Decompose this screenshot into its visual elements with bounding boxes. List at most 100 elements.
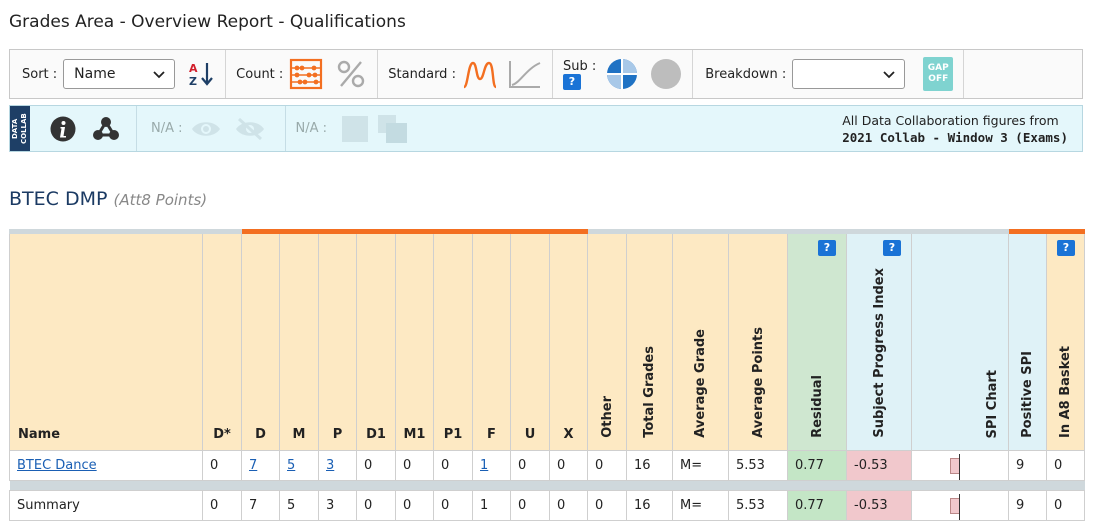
cell-positive-spi: 9 [1008,450,1047,481]
cell-d1: 0 [356,450,396,481]
grades-table: Name D* D M P D1 M1 P1 F U X Other Total… [9,229,1085,521]
cell-m1: 0 [395,450,434,481]
sort-select-value: Name [74,66,116,82]
cell-dstar: 0 [202,450,242,481]
cell-average-grade: M= [672,490,729,521]
col-header-other[interactable]: Other [587,229,627,451]
abacus-icon[interactable] [289,58,323,90]
collab-info: All Data Collaboration figures from 2021… [842,112,1068,146]
percent-icon[interactable] [335,58,367,90]
col-header-average-grade[interactable]: Average Grade [672,229,729,451]
cell-positive-spi: 9 [1008,490,1047,521]
collab-info-line1: All Data Collaboration figures from [842,112,1059,128]
overlap-squares-icon[interactable] [377,114,409,144]
count-link-f[interactable]: 1 [480,458,488,473]
sub-label: Sub : [562,58,597,74]
cell-average-grade: M= [672,450,729,481]
chevron-down-icon [883,71,895,79]
standard-label: Standard : [388,66,456,82]
col-header-p[interactable]: P [318,229,357,451]
spi-chart-axis [959,453,960,480]
cell-spi-chart [911,450,1009,481]
qualification-link[interactable]: BTEC Dance [17,458,97,473]
svg-text:Z: Z [189,75,197,88]
sort-az-icon[interactable]: A Z [187,60,215,88]
cell-m1: 0 [395,490,434,521]
count-link-p[interactable]: 3 [326,458,334,473]
cell-spi: -0.53 [846,450,912,481]
col-header-spi-chart[interactable]: SPI Chart [911,229,1009,451]
section-title: BTEC DMP (Att8 Points) [9,188,207,210]
summary-row: Summary 0 7 5 3 0 0 0 1 0 0 0 16 M= 5.53… [9,490,1085,521]
col-header-m1[interactable]: M1 [395,229,434,451]
circle-off-icon[interactable] [650,58,682,90]
col-header-d1[interactable]: D1 [356,229,396,451]
square-icon[interactable] [341,115,369,143]
col-header-dstar[interactable]: D* [202,229,242,451]
collab-info-line2: 2021 Collab - Window 3 (Exams) [842,129,1068,145]
col-header-a8-basket[interactable]: ? In A8 Basket [1046,229,1085,451]
gap-toggle-button[interactable]: GAP OFF [923,57,954,91]
distribution-curve-icon[interactable] [462,59,498,89]
sub-label-wrap: Sub : ? [562,58,597,90]
count-link-d[interactable]: 7 [249,458,257,473]
network-nodes-icon[interactable] [92,116,120,142]
cell-residual: 0.77 [787,450,847,481]
chevron-down-icon [153,71,165,79]
svg-text:A: A [189,62,198,75]
spi-chart [912,452,1008,480]
cell-p1: 0 [433,450,473,481]
cell-a8-basket: 0 [1046,450,1085,481]
col-header-residual[interactable]: ? Residual [787,229,847,451]
breakdown-label: Breakdown : [705,66,787,82]
count-group: Count : [226,50,379,98]
col-header-x[interactable]: X [549,229,588,451]
data-collab-tag: DATA COLLAB [10,106,30,151]
breakdown-group: Breakdown : GAP OFF [693,50,965,98]
spi-help-button[interactable]: ? [883,240,901,256]
cell-f: 1 [472,450,511,481]
col-header-u[interactable]: U [510,229,550,451]
col-header-d[interactable]: D [241,229,280,451]
eye-off-icon[interactable] [235,117,265,141]
spi-chart [912,492,1008,520]
count-label: Count : [236,66,284,82]
cell-x: 0 [549,450,588,481]
pie-segments-icon[interactable] [606,58,638,90]
info-icon[interactable] [50,116,76,142]
count-link-m[interactable]: 5 [287,458,295,473]
cell-other: 0 [587,490,627,521]
cumulative-curve-icon[interactable] [508,59,542,89]
cell-d: 7 [241,490,280,521]
col-header-p1[interactable]: P1 [433,229,473,451]
col-header-average-points[interactable]: Average Points [728,229,788,451]
col-header-f[interactable]: F [472,229,511,451]
sort-group: Sort : Name A Z [10,50,227,98]
na-label-1: N/A : [151,121,183,136]
page-title: Grades Area - Overview Report - Qualific… [9,12,406,32]
spi-chart-axis [959,493,960,520]
gap-toggle-top: GAP [927,63,949,73]
cell-average-points: 5.53 [728,490,788,521]
a8-help-button[interactable]: ? [1057,240,1075,256]
sub-help-button[interactable]: ? [562,73,581,90]
cell-m: 5 [279,490,319,521]
section-subtitle: (Att8 Points) [113,191,208,209]
breakdown-select[interactable] [792,59,906,89]
cell-residual: 0.77 [787,490,847,521]
sort-label: Sort : [22,66,58,82]
eye-icon[interactable] [191,119,221,139]
cell-total-grades: 16 [626,450,673,481]
col-header-total-grades[interactable]: Total Grades [626,229,673,451]
col-header-m[interactable]: M [279,229,319,451]
residual-help-button[interactable]: ? [818,240,836,256]
data-collab-bar: DATA COLLAB N/A : N/A : All Data Collabo… [9,105,1083,152]
cell-total-grades: 16 [626,490,673,521]
sort-select[interactable]: Name [63,59,176,89]
report-toolbar: Sort : Name A Z Count : Standard: Sub:… [9,49,1083,99]
col-header-spi[interactable]: ? Subject Progress Index [846,229,912,451]
collab-divider [284,106,286,151]
col-header-positive-spi[interactable]: Positive SPI [1008,229,1047,451]
col-header-name[interactable]: Name [9,229,203,451]
cell-spi: -0.53 [846,490,912,521]
